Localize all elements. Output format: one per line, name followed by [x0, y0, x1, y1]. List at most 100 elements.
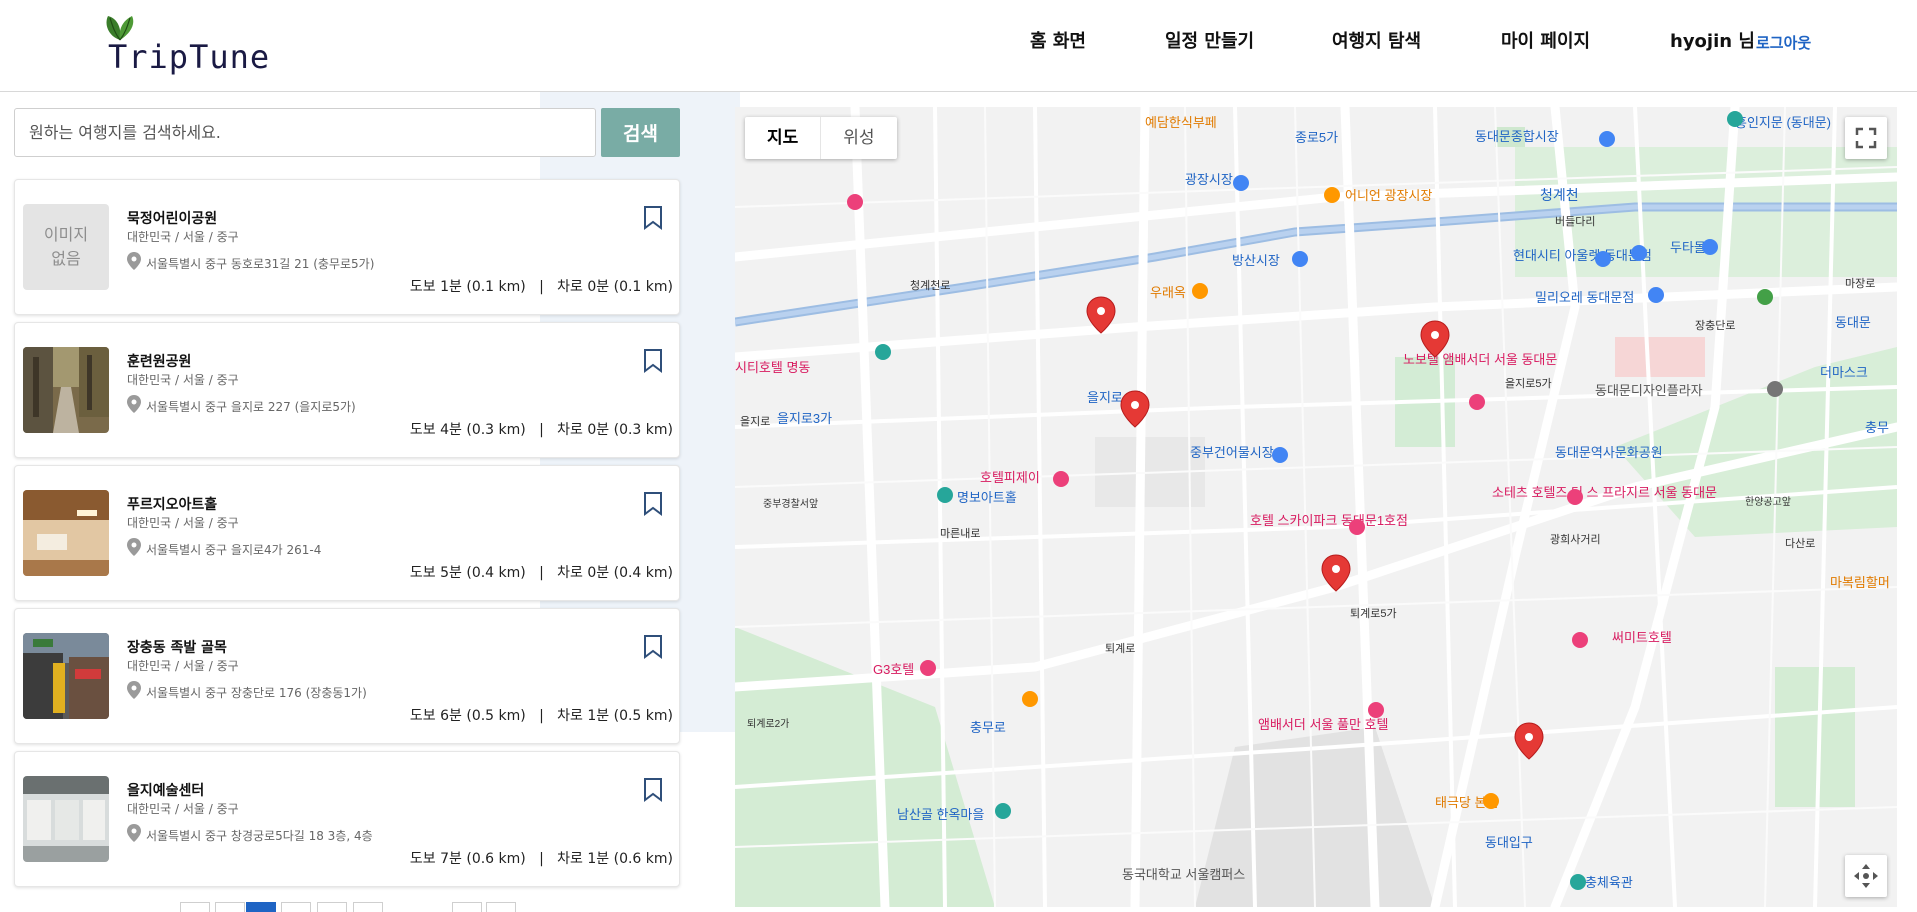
place-title: 장충동 족발 골목: [127, 640, 227, 656]
map-label: 소테츠 호텔즈 더 스 프라지르 서울 동대문: [1492, 485, 1717, 500]
bookmark-icon[interactable]: [643, 206, 663, 230]
no-image-text: 이미지 없음: [43, 225, 89, 268]
map-label: 마른내로: [940, 527, 980, 540]
map-label: 을지로3가: [777, 411, 832, 426]
no-image-placeholder: 이미지 없음: [23, 204, 109, 290]
map-label: 마장로: [1845, 277, 1875, 290]
map-label: 퇴계로2가: [747, 718, 789, 730]
map-label: 청계천로: [910, 278, 950, 292]
map-label: 동대문: [1835, 315, 1871, 330]
map-label: 써미트호텔: [1612, 630, 1672, 645]
bookmark-icon[interactable]: [643, 492, 663, 516]
nav-explore[interactable]: 여행지 탐색: [1332, 28, 1421, 56]
map-label: 동대문종합시장: [1475, 129, 1559, 144]
map-canvas[interactable]: 예담한식부페 종로5가 동대문종합시장 흥인지문 (동대문) 광장시장 어니언 …: [735, 107, 1897, 907]
nav-home[interactable]: 홈 화면: [1030, 28, 1086, 56]
place-region: 대한민국 / 서울 / 중구: [127, 230, 239, 244]
location-pin-icon: [127, 538, 141, 556]
map-label: 한양공고앞: [1745, 496, 1791, 508]
fullscreen-icon: [1855, 127, 1877, 149]
park-photo: [23, 347, 109, 433]
map-label: 동대입구: [1485, 835, 1533, 850]
place-card[interactable]: 이미지 없음 묵정어린이공원 대한민국 / 서울 / 중구 서울특별시 중구 동…: [14, 179, 680, 315]
nav-create-schedule[interactable]: 일정 만들기: [1165, 28, 1254, 56]
map-type-toggle: 지도 위성: [745, 117, 897, 159]
map-label: 마복림할머: [1830, 575, 1890, 590]
map-label: 을지로: [740, 415, 770, 428]
logo-text: TripTune: [108, 38, 271, 76]
place-region: 대한민국 / 서울 / 중구: [127, 659, 239, 673]
place-address: 서울특별시 중구 창경궁로5다길 18 3층, 4층: [146, 829, 373, 843]
page-button[interactable]: [281, 902, 311, 912]
triptune-logo[interactable]: TripTune: [100, 14, 290, 76]
place-card[interactable]: 장충동 족발 골목 대한민국 / 서울 / 중구 서울특별시 중구 장충단로 1…: [14, 608, 680, 744]
place-region: 대한민국 / 서울 / 중구: [127, 802, 239, 816]
map-label: 충무: [1865, 420, 1889, 435]
map-label: 예담한식부페: [1145, 115, 1217, 130]
place-title: 묵정어린이공원: [127, 211, 218, 227]
fullscreen-button[interactable]: [1845, 117, 1887, 159]
map-label: 노보텔 앰배서더 서울 동대문: [1403, 352, 1557, 367]
place-address: 서울특별시 중구 동호로31길 21 (충무로5가): [146, 257, 375, 271]
map-label: 두타몰: [1670, 240, 1706, 255]
map-label: 동국대학교 서울캠퍼스: [1122, 867, 1245, 882]
place-address: 서울특별시 중구 장충단로 176 (장충동1가): [146, 686, 367, 700]
map-label: 시티호텔 명동: [735, 360, 810, 375]
map-label: 중부경찰서앞: [763, 497, 818, 510]
place-distance: 도보 1분 (0.1 km) | 차로 0분 (0.1 km): [409, 279, 673, 295]
map-label: 버들다리: [1555, 215, 1595, 228]
search-button[interactable]: 검색: [601, 108, 680, 157]
place-address: 서울특별시 중구 을지로4가 261-4: [146, 543, 322, 557]
place-image: [23, 633, 109, 719]
map-label: 흥인지문 (동대문): [1735, 115, 1831, 130]
map-label: 장충단로: [1695, 319, 1735, 332]
place-region: 대한민국 / 서울 / 중구: [127, 373, 239, 387]
place-title: 훈련원공원: [127, 354, 192, 370]
location-pin-icon: [127, 824, 141, 842]
page-button[interactable]: [486, 902, 516, 912]
logout-link[interactable]: 로그아웃: [1756, 31, 1811, 55]
place-title: 을지예술센터: [127, 783, 205, 799]
page-button[interactable]: [180, 902, 210, 912]
nav-my-page[interactable]: 마이 페이지: [1501, 28, 1590, 56]
hall-photo: [23, 490, 109, 576]
place-region: 대한민국 / 서울 / 중구: [127, 516, 239, 530]
map-label: 을지로5가: [1505, 377, 1552, 390]
map-label: 동대문디자인플라자: [1595, 383, 1703, 398]
page-button[interactable]: [317, 902, 347, 912]
place-image: [23, 776, 109, 862]
map-label: 중부건어물시장: [1190, 445, 1274, 460]
place-distance: 도보 5분 (0.4 km) | 차로 0분 (0.4 km): [409, 565, 673, 581]
map-label: 충무로: [970, 720, 1006, 735]
place-card[interactable]: 훈련원공원 대한민국 / 서울 / 중구 서울특별시 중구 을지로 227 (을…: [14, 322, 680, 458]
top-header: TripTune 홈 화면 일정 만들기 여행지 탐색 마이 페이지 hyoji…: [0, 0, 1917, 92]
page-button[interactable]: [215, 902, 245, 912]
map-type-map[interactable]: 지도: [745, 117, 820, 159]
page-button-active[interactable]: [246, 902, 276, 912]
map-label: 다산로: [1785, 537, 1815, 550]
search-input[interactable]: [14, 108, 596, 157]
location-pin-icon: [127, 252, 141, 270]
place-card[interactable]: 을지예술센터 대한민국 / 서울 / 중구 서울특별시 중구 창경궁로5다길 1…: [14, 751, 680, 887]
place-distance: 도보 7분 (0.6 km) | 차로 1분 (0.6 km): [409, 851, 673, 867]
map-label: 더마스크: [1820, 365, 1868, 380]
camera-control-button[interactable]: [1845, 855, 1887, 897]
map-label: 동대문역사문화공원: [1555, 445, 1663, 460]
map-label: 명보아트홀: [957, 490, 1017, 505]
place-card[interactable]: 푸르지오아트홀 대한민국 / 서울 / 중구 서울특별시 중구 을지로4가 26…: [14, 465, 680, 601]
bookmark-icon[interactable]: [643, 635, 663, 659]
map-label: G3호텔: [873, 662, 914, 677]
place-distance: 도보 6분 (0.5 km) | 차로 1분 (0.5 km): [409, 708, 673, 724]
map-label: 호텔 스카이파크 동대문1호점: [1250, 513, 1408, 528]
map-type-satellite[interactable]: 위성: [820, 117, 896, 159]
map-label: 현대시티 아울렛 동대문점: [1513, 248, 1652, 263]
map-label: 광장시장: [1185, 172, 1233, 187]
place-address: 서울특별시 중구 을지로 227 (을지로5가): [146, 400, 356, 414]
map-view[interactable]: 예담한식부페 종로5가 동대문종합시장 흥인지문 (동대문) 광장시장 어니언 …: [735, 107, 1897, 907]
page-button[interactable]: [353, 902, 383, 912]
place-distance: 도보 4분 (0.3 km) | 차로 0분 (0.3 km): [409, 422, 673, 438]
location-pin-icon: [127, 681, 141, 699]
bookmark-icon[interactable]: [643, 778, 663, 802]
page-button[interactable]: [452, 902, 482, 912]
bookmark-icon[interactable]: [643, 349, 663, 373]
